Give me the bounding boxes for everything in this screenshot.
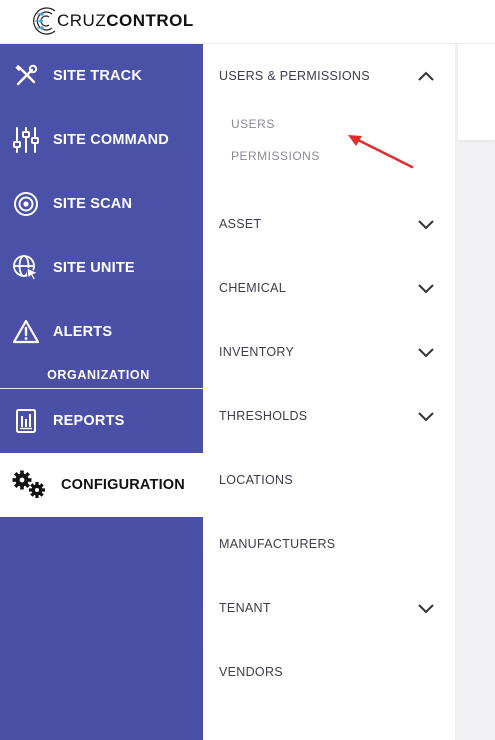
submenu-users-permissions-label: USERS & PERMISSIONS [219,69,370,83]
content-card [458,44,495,140]
globe-cursor-icon [12,254,40,282]
nav-configuration[interactable]: CONFIGURATION [0,453,203,517]
nav-site-scan[interactable]: SITE SCAN [0,172,203,236]
submenu-locations-label: LOCATIONS [219,473,294,487]
logo[interactable]: CRUZCONTROL [31,5,194,37]
submenu-users-permissions[interactable]: USERS & PERMISSIONS [203,44,455,108]
submenu-inventory-label: INVENTORY [219,345,295,359]
nav-site-unite[interactable]: SITE UNITE [0,236,203,300]
submenu-chemical[interactable]: CHEMICAL [203,256,455,320]
gears-icon [10,470,48,499]
nav-alerts[interactable]: ALERTS [0,300,203,364]
nav-site-command[interactable]: SITE COMMAND [0,108,203,172]
nav-reports-label: REPORTS [53,413,125,429]
nav-site-track[interactable]: SITE TRACK [0,44,203,108]
submenu-inventory[interactable]: INVENTORY [203,320,455,384]
chevron-down-icon[interactable] [417,282,435,294]
submenu-vendors-label: VENDORS [219,665,283,679]
chevron-down-icon[interactable] [417,346,435,358]
submenu-manufacturers[interactable]: MANUFACTURERS [203,512,455,576]
submenu-tenant-label: TENANT [219,601,271,615]
annotation-arrow-icon [348,135,414,169]
sliders-icon [12,126,40,154]
nav-site-scan-label: SITE SCAN [53,196,133,212]
logo-text-light: CRUZ [57,11,107,30]
submenu-locations[interactable]: LOCATIONS [203,448,455,512]
submenu-asset-label: ASSET [219,217,262,231]
submenu-child-permissions[interactable]: PERMISSIONS [231,149,320,163]
main-sidebar: SITE TRACK SITE COMMAND SITE SCAN SITE U… [0,44,203,740]
submenu-asset[interactable]: ASSET [203,192,455,256]
nav-site-track-label: SITE TRACK [53,68,142,84]
submenu-tenant[interactable]: TENANT [203,576,455,640]
top-bar: CRUZCONTROL [0,0,495,44]
submenu-chemical-label: CHEMICAL [219,281,286,295]
main-content-area [455,44,495,740]
nav-alerts-label: ALERTS [53,324,113,340]
submenu-child-users[interactable]: USERS [231,117,275,131]
scan-target-icon [12,190,40,218]
chevron-down-icon[interactable] [417,410,435,422]
nav-site-command-label: SITE COMMAND [53,132,169,148]
submenu-thresholds[interactable]: THRESHOLDS [203,384,455,448]
report-chart-icon [12,407,40,435]
submenu-vendors[interactable]: VENDORS [203,640,455,704]
submenu-manufacturers-label: MANUFACTURERS [219,537,336,551]
nav-site-unite-label: SITE UNITE [53,260,135,276]
chevron-down-icon[interactable] [417,602,435,614]
tools-icon [12,62,40,90]
organization-section-label: ORGANIZATION [47,368,150,382]
nav-configuration-label: CONFIGURATION [61,477,185,493]
chevron-down-icon[interactable] [417,218,435,230]
logo-text-bold: CONTROL [106,11,194,30]
logo-text: CRUZCONTROL [57,11,194,31]
submenu-thresholds-label: THRESHOLDS [219,409,308,423]
nav-reports[interactable]: REPORTS [0,389,203,453]
chevron-up-icon[interactable] [417,70,435,82]
warning-triangle-icon [12,318,40,346]
